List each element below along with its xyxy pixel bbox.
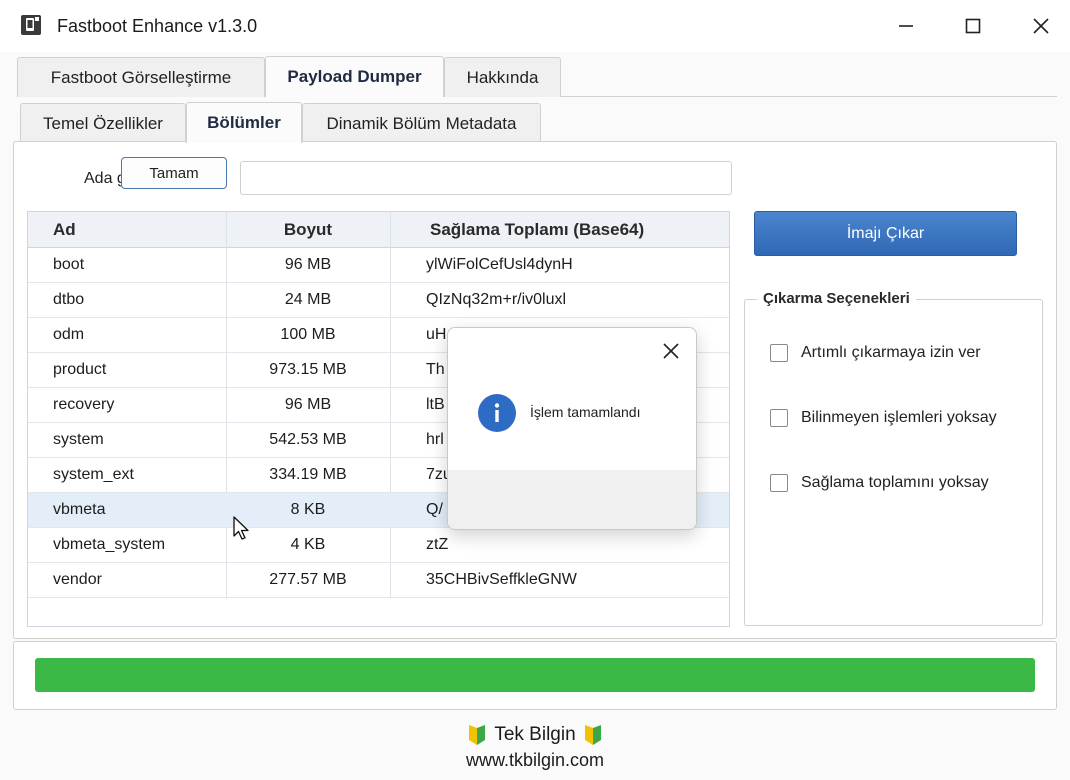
table-row[interactable]: vendor 277.57 MB 35CHBivSeffkleGNW [28,563,729,598]
column-header-name[interactable]: Ad [53,212,76,248]
table-row[interactable]: vbmeta_system 4 KB ztZ [28,528,729,563]
cell-name: boot [53,256,85,273]
cell-name: system [53,431,104,448]
cell-size: 542.53 MB [269,431,347,448]
tab-label: Hakkında [466,67,539,87]
title-bar: Fastboot Enhance v1.3.0 [0,0,1070,52]
progress-fill [35,658,1035,692]
cell-size: 96 MB [284,256,332,273]
cell-checksum: ylWiFolCefUsl4dynH [426,256,573,273]
cell-size: 973.15 MB [269,361,347,378]
footer-url: www.tkbilgin.com [465,750,605,770]
tab-label: Dinamik Bölüm Metadata [326,113,517,133]
cell-name: odm [53,326,85,343]
tab-label: Bölümler [207,113,281,132]
option-ignore-unknown[interactable]: Bilinmeyen işlemleri yoksay [770,409,997,427]
dialog-footer [448,470,696,529]
footer-brand-text: Tek Bilgin [494,724,576,745]
minimize-button[interactable] [883,6,929,46]
tab-label: Payload Dumper [287,67,422,86]
cell-name: system_ext [53,466,134,483]
close-button[interactable] [1018,6,1064,46]
option-incremental[interactable]: Artımlı çıkarmaya izin ver [770,344,981,362]
ignore-checksum-checkbox[interactable] [770,474,788,492]
option-label: Sağlama toplamını yoksay [801,474,989,491]
mouse-cursor-icon [233,516,249,540]
maximize-icon [965,18,981,34]
tab-about[interactable]: Hakkında [444,57,561,97]
cell-size: 100 MB [280,326,336,343]
ignore-unknown-checkbox[interactable] [770,409,788,427]
cell-name: recovery [53,396,115,413]
cell-name: vbmeta [53,501,106,518]
table-header: Ad Boyut Sağlama Toplamı (Base64) [28,212,729,248]
dialog-ok-button[interactable]: Tamam [121,157,227,189]
cell-size: 24 MB [284,291,332,308]
filter-input[interactable] [240,161,732,195]
cell-size: 277.57 MB [269,571,347,588]
dialog-close-button[interactable] [658,338,684,364]
app-window: Fastboot Enhance v1.3.0 Fastboot Görsell… [0,0,1070,780]
cell-size: 96 MB [284,396,332,413]
extract-options-title: Çıkarma Seçenekleri [757,290,916,307]
tab-payload-dumper[interactable]: Payload Dumper [265,56,444,97]
tab-label: Fastboot Görselleştirme [50,67,232,87]
table-row[interactable]: dtbo 24 MB QIzNq32m+r/iv0luxl [28,283,729,318]
beginner-mark-icon [469,725,486,745]
option-label: Artımlı çıkarmaya izin ver [801,344,981,361]
footer-brand: Tek Bilgin [0,724,1070,746]
tab-basic-features[interactable]: Temel Özellikler [20,103,186,143]
tab-dynamic-metadata[interactable]: Dinamik Bölüm Metadata [302,103,541,143]
maximize-button[interactable] [950,6,996,46]
cell-name: vbmeta_system [53,536,166,553]
cell-size: 334.19 MB [269,466,347,483]
option-ignore-checksum[interactable]: Sağlama toplamını yoksay [770,474,989,492]
close-icon [663,343,679,359]
tab-partitions[interactable]: Bölümler [186,102,302,143]
minimize-icon [899,25,913,27]
info-icon [478,394,516,432]
tab-label: Temel Özellikler [43,113,163,133]
info-dialog: İşlem tamamlandı [447,327,697,530]
phone-app-icon [21,15,41,35]
window-title: Fastboot Enhance v1.3.0 [57,16,258,36]
column-header-checksum[interactable]: Sağlama Toplamı (Base64) [430,212,644,248]
tab-fastboot[interactable]: Fastboot Görselleştirme [17,57,265,97]
cell-name: dtbo [53,291,85,308]
cell-name: product [53,361,107,378]
cell-checksum: 35CHBivSeffkleGNW [426,571,577,588]
progress-bar [35,658,1035,692]
close-icon [1033,18,1049,34]
cell-checksum: ztZ [426,536,449,553]
beginner-mark-icon [584,725,601,745]
cell-name: vendor [53,571,102,588]
incremental-checkbox[interactable] [770,344,788,362]
cell-checksum: QIzNq32m+r/iv0luxl [426,291,567,308]
dialog-message: İşlem tamamlandı [530,404,641,420]
extract-image-button[interactable]: İmajı Çıkar [754,211,1017,256]
table-row[interactable]: boot 96 MB ylWiFolCefUsl4dynH [28,248,729,283]
column-header-size[interactable]: Boyut [226,212,390,248]
option-label: Bilinmeyen işlemleri yoksay [801,409,997,426]
